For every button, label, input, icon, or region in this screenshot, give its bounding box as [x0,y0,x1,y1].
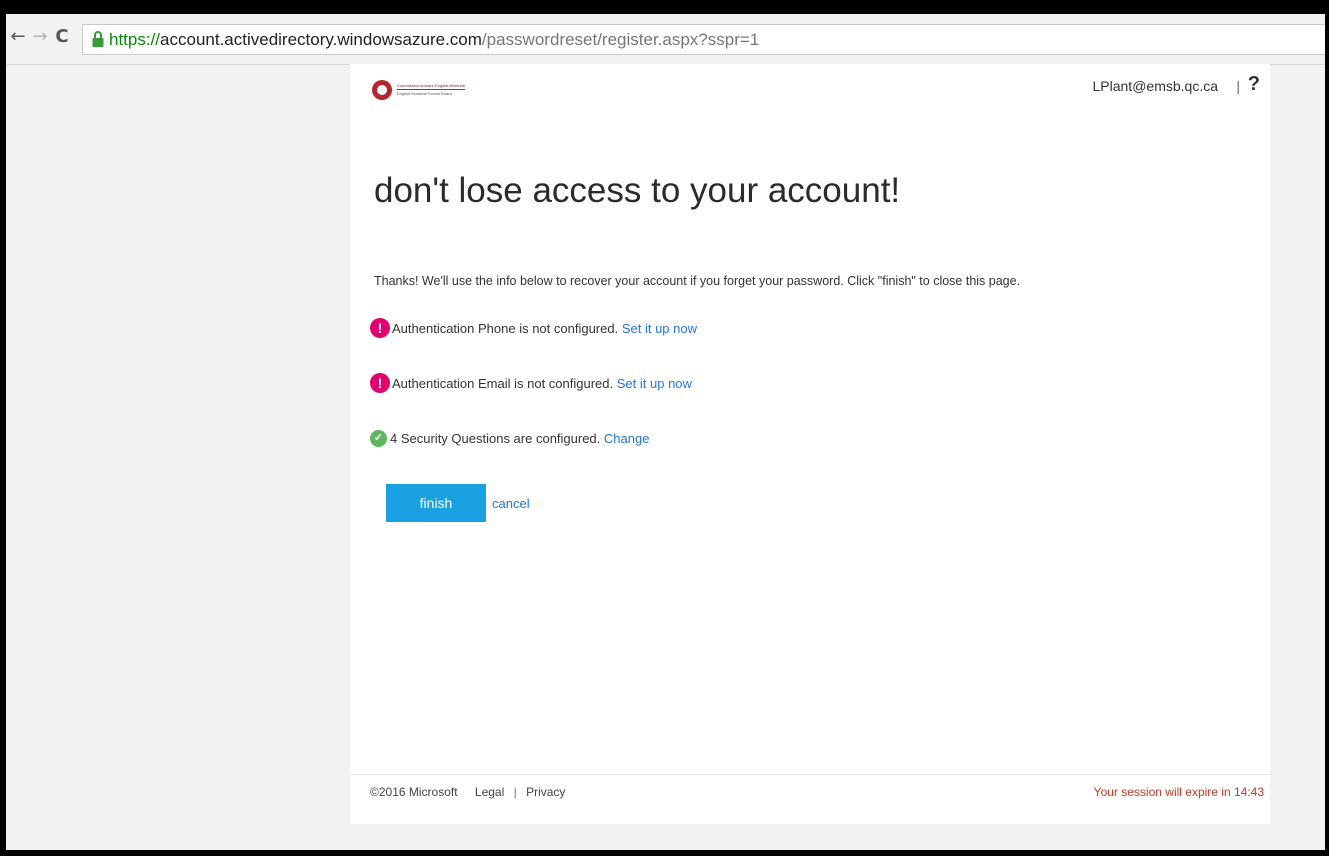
setup-phone-link[interactable]: Set it up now [622,321,697,336]
reload-icon[interactable]: C [52,25,72,49]
user-account-link[interactable]: LPlant@emsb.qc.ca [1093,78,1219,94]
browser-window: ← → C https://account.activedirectory.wi… [6,14,1325,850]
email-status-text: Authentication Email is not configured. [392,376,614,391]
legal-link[interactable]: Legal [475,785,504,799]
page-footer: ©2016 Microsoft Legal | Privacy Your ses… [350,774,1270,811]
exclamation-icon: ! [370,373,390,393]
logo-line-1: Commission scolaire English-Montréal [397,83,466,90]
browser-toolbar: ← → C https://account.activedirectory.wi… [6,14,1325,65]
phone-status-text: Authentication Phone is not configured. [392,321,619,336]
footer-separator: | [513,785,517,799]
intro-text: Thanks! We'll use the info below to reco… [374,274,1021,288]
checkmark-icon: ✓ [370,430,387,447]
url-host: account.activedirectory.windowsazure.com [160,30,482,49]
school-board-logo: Commission scolaire English-Montréal Eng… [372,80,482,102]
security-questions-text: 4 Security Questions are configured. [390,431,601,446]
url-text: https://account.activedirectory.windowsa… [109,29,759,50]
session-expiry-text: Your session will expire in 14:43 [1093,785,1264,799]
finish-button[interactable]: finish [386,484,486,522]
setup-email-link[interactable]: Set it up now [617,376,692,391]
exclamation-icon: ! [370,318,390,338]
page-header: Commission scolaire English-Montréal Eng… [350,64,1270,114]
forward-arrow-icon[interactable]: → [30,25,50,49]
privacy-link[interactable]: Privacy [526,785,565,799]
change-questions-link[interactable]: Change [604,431,650,446]
help-icon[interactable]: ? [1248,73,1260,96]
copyright-text: ©2016 Microsoft [370,785,458,799]
lock-icon [92,31,104,47]
logo-line-2: English Montreal School Board [397,91,452,96]
header-separator: | [1236,78,1240,94]
address-bar[interactable]: https://account.activedirectory.windowsa… [82,24,1325,55]
url-path: /passwordreset/register.aspx?sspr=1 [481,30,760,49]
content-panel: Commission scolaire English-Montréal Eng… [350,64,1270,824]
url-scheme: https:// [109,30,161,49]
cancel-link[interactable]: cancel [492,496,530,511]
emblem-icon [372,80,392,100]
page-title: don't lose access to your account! [374,171,901,210]
back-arrow-icon[interactable]: ← [8,25,28,49]
